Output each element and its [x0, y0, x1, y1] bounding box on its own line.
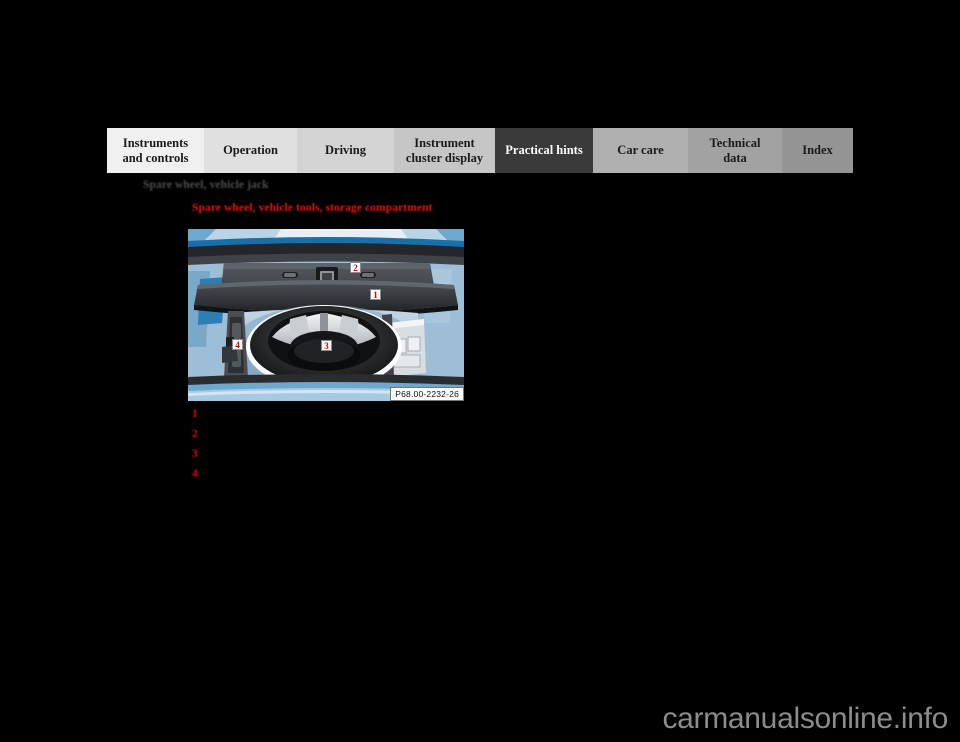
- legend-number-2: 2: [192, 428, 198, 440]
- tab-car-care[interactable]: Car care: [593, 128, 688, 173]
- figure-photo-id: P68.00-2232-26: [390, 387, 464, 401]
- tab-index[interactable]: Index: [782, 128, 853, 173]
- trunk-illustration-graphic: [186, 227, 466, 403]
- site-watermark: carmanualsonline.info: [662, 702, 948, 735]
- trunk-illustration: 1 2 3 4 P68.00-2232-26: [186, 227, 466, 403]
- tab-instrument-cluster-display[interactable]: Instrument cluster display: [394, 128, 495, 173]
- tab-driving[interactable]: Driving: [297, 128, 394, 173]
- figure-heading: Spare wheel, vehicle tools, storage comp…: [192, 202, 433, 214]
- tab-technical-data[interactable]: Technical data: [688, 128, 782, 173]
- callout-4: 4: [232, 339, 243, 350]
- section-tab-bar: Instruments and controls Operation Drivi…: [107, 128, 853, 173]
- tab-instruments-and-controls[interactable]: Instruments and controls: [107, 128, 204, 173]
- legend-number-3: 3: [192, 448, 198, 460]
- legend-number-4: 4: [192, 468, 198, 480]
- figure-legend-list: 1 2 3 4: [192, 408, 752, 488]
- page-title: Spare wheel, vehicle jack: [143, 179, 269, 191]
- tab-practical-hints[interactable]: Practical hints: [495, 128, 593, 173]
- callout-2: 2: [350, 262, 361, 273]
- legend-item-4: 4: [192, 468, 752, 488]
- legend-item-2: 2: [192, 428, 752, 448]
- tab-operation[interactable]: Operation: [204, 128, 297, 173]
- legend-item-1: 1: [192, 408, 752, 428]
- legend-number-1: 1: [192, 408, 198, 420]
- callout-1: 1: [370, 289, 381, 300]
- callout-3: 3: [321, 340, 332, 351]
- legend-item-3: 3: [192, 448, 752, 468]
